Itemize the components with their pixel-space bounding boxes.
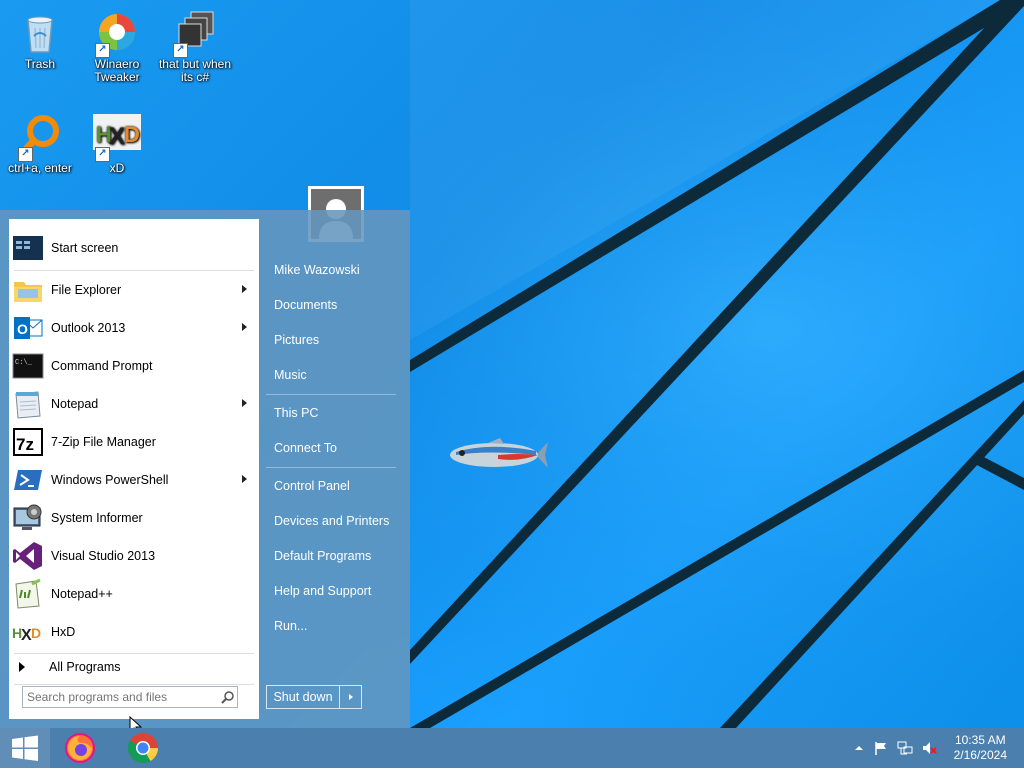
fish-image — [450, 438, 548, 468]
desktop-icon-label: Trash — [24, 57, 56, 71]
orange-magnifier-icon: ↗ — [16, 112, 64, 162]
action-center-flag-icon[interactable] — [873, 740, 889, 756]
stacked-windows-icon: ↗ — [171, 8, 219, 58]
submenu-arrow-icon[interactable] — [242, 399, 247, 407]
program-label: Notepad++ — [51, 587, 113, 601]
windows-logo-icon — [12, 735, 38, 761]
divider — [266, 467, 396, 468]
start-right-devices-and-printers[interactable]: Devices and Printers — [274, 509, 404, 533]
desktop-icon-trash[interactable]: Trash — [0, 8, 80, 71]
submenu-arrow-icon[interactable] — [242, 323, 247, 331]
system-informer-icon — [13, 504, 42, 530]
cmd-icon: C:\_ — [12, 353, 44, 379]
start-right-control-panel[interactable]: Control Panel — [274, 474, 404, 498]
volume-muted-icon[interactable] — [921, 740, 937, 756]
program-label: Command Prompt — [51, 359, 153, 373]
program-file-explorer[interactable]: File Explorer — [9, 271, 259, 309]
svg-text:X: X — [109, 123, 125, 150]
search-icon[interactable] — [221, 690, 235, 704]
desktop-icon-xd[interactable]: H X D ↗ xD — [77, 112, 157, 175]
notepad-plus-plus-icon — [15, 578, 41, 609]
hxd-icon: H X D ↗ — [93, 112, 141, 162]
program-windows-powershell[interactable]: Windows PowerShell — [9, 461, 259, 499]
start-menu: Start screen File Explorer O Outlook 201… — [0, 210, 410, 728]
program-system-informer[interactable]: System Informer — [9, 499, 259, 537]
program-label: Notepad — [51, 397, 99, 411]
program-label: Visual Studio 2013 — [51, 549, 156, 563]
program-label: System Informer — [51, 511, 143, 525]
system-clock[interactable]: 10:35 AM 2/16/2024 — [954, 733, 1007, 763]
shutdown-label[interactable]: Shut down — [267, 686, 340, 708]
svg-text:D: D — [31, 625, 41, 641]
firefox-icon[interactable] — [63, 731, 97, 765]
program-label: HxD — [51, 625, 76, 639]
desktop-icon-label: xD — [109, 161, 125, 175]
desktop-icon-label: ctrl+a, enter — [8, 161, 72, 175]
shutdown-button[interactable]: Shut down — [266, 685, 362, 709]
start-right-help-and-support[interactable]: Help and Support — [274, 579, 404, 603]
program-label: Start screen — [51, 241, 119, 255]
program-label: 7-Zip File Manager — [51, 435, 156, 449]
notepad-icon — [15, 391, 41, 419]
svg-text:7z: 7z — [16, 435, 34, 454]
winaero-tweaker-icon: ↗ — [93, 8, 141, 58]
start-right-connect-to[interactable]: Connect To — [274, 436, 404, 460]
shortcut-arrow-icon: ↗ — [95, 147, 110, 162]
start-right-user-name[interactable]: Mike Wazowski — [274, 258, 404, 282]
program-start-screen[interactable]: Start screen — [9, 229, 259, 267]
start-right-pictures[interactable]: Pictures — [274, 328, 404, 352]
shortcut-arrow-icon: ↗ — [95, 43, 110, 58]
start-right-default-programs[interactable]: Default Programs — [274, 544, 404, 568]
chrome-icon[interactable] — [126, 731, 160, 765]
program-visual-studio-2013[interactable]: Visual Studio 2013 — [9, 537, 259, 575]
program-label: File Explorer — [51, 283, 122, 297]
all-programs-label: All Programs — [49, 660, 121, 674]
7zip-icon: 7z — [13, 428, 43, 456]
start-right-run[interactable]: Run... — [274, 614, 404, 638]
start-right-this-pc[interactable]: This PC — [274, 401, 404, 425]
search-input[interactable] — [22, 686, 238, 708]
program-7zip[interactable]: 7z 7-Zip File Manager — [9, 423, 259, 461]
svg-text:O: O — [17, 321, 28, 337]
recycle-bin-icon — [16, 8, 64, 56]
program-command-prompt[interactable]: C:\_ Command Prompt — [9, 347, 259, 385]
visual-studio-icon — [13, 542, 42, 570]
program-notepad-plus-plus[interactable]: Notepad++ — [9, 575, 259, 613]
show-hidden-icons-chevron-icon[interactable] — [851, 740, 867, 756]
expand-arrow-icon — [19, 662, 25, 672]
shutdown-options-arrow-icon[interactable] — [340, 686, 361, 708]
desktop-icon-label: that but when its c# — [158, 57, 232, 84]
submenu-arrow-icon[interactable] — [242, 475, 247, 483]
desktop-icon-ctrl-a-enter[interactable]: ↗ ctrl+a, enter — [0, 112, 80, 175]
shortcut-arrow-icon: ↗ — [173, 43, 188, 58]
start-right-music[interactable]: Music — [274, 363, 404, 387]
svg-text:D: D — [124, 122, 140, 147]
desktop-icon-that-but-when-its-cs[interactable]: ↗ that but when its c# — [155, 8, 235, 84]
desktop-icon-winaero-tweaker[interactable]: ↗ Winaero Tweaker — [77, 8, 157, 84]
powershell-icon — [14, 470, 42, 490]
program-label: Windows PowerShell — [51, 473, 169, 487]
submenu-arrow-icon[interactable] — [242, 285, 247, 293]
start-screen-icon — [13, 236, 43, 260]
start-menu-programs-pane: Start screen File Explorer O Outlook 201… — [9, 219, 259, 719]
clock-date: 2/16/2024 — [953, 748, 1007, 762]
hxd-icon: H X D — [12, 625, 41, 644]
folder-icon — [14, 282, 42, 302]
svg-text:C:\_: C:\_ — [15, 359, 33, 367]
desktop-icon-label: Winaero Tweaker — [94, 57, 140, 84]
all-programs-button[interactable]: All Programs — [9, 652, 259, 682]
taskbar: 10:35 AM 2/16/2024 — [0, 728, 1024, 768]
program-outlook-2013[interactable]: O Outlook 2013 — [9, 309, 259, 347]
program-label: Outlook 2013 — [51, 321, 126, 335]
start-right-documents[interactable]: Documents — [274, 293, 404, 317]
outlook-icon: O — [14, 317, 43, 339]
divider — [266, 394, 396, 395]
clock-time: 10:35 AM — [954, 733, 1006, 747]
program-hxd[interactable]: H X D HxD — [9, 613, 259, 651]
divider — [14, 684, 254, 685]
program-notepad[interactable]: Notepad — [9, 385, 259, 423]
shortcut-arrow-icon: ↗ — [18, 147, 33, 162]
start-button[interactable] — [0, 728, 50, 768]
network-icon[interactable] — [897, 740, 913, 756]
